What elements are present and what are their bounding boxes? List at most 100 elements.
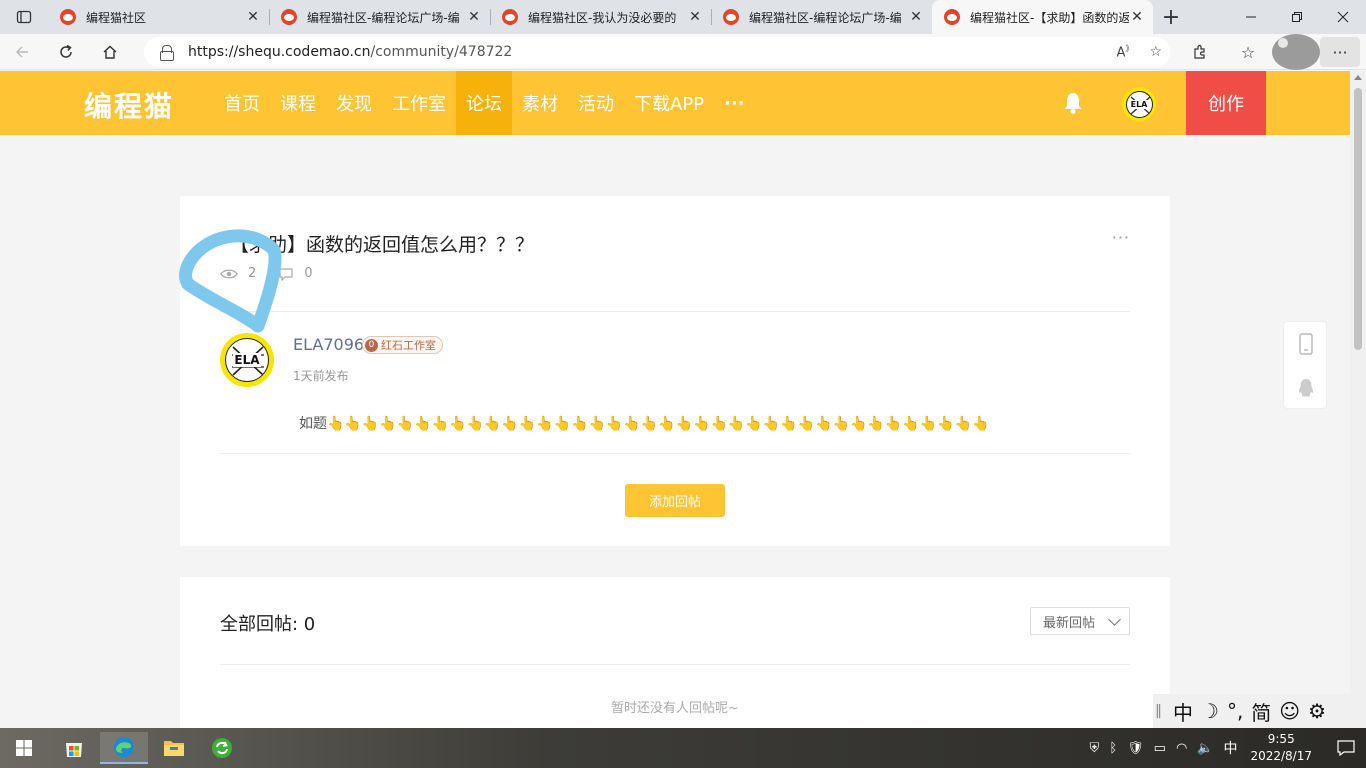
browser-tab[interactable]: 编程猫社区-编程论坛广场-编 ✕: [711, 0, 932, 34]
battery-icon[interactable]: ▭: [1154, 741, 1166, 756]
refresh-icon[interactable]: [44, 34, 88, 70]
new-tab-button[interactable]: +: [1153, 0, 1189, 34]
nav-item-discover[interactable]: 发现: [326, 71, 382, 135]
ime-chinese-mode[interactable]: 中: [1169, 697, 1197, 726]
empty-replies-message: 暂时还没有人回帖呢~: [611, 701, 739, 716]
post-more-icon[interactable]: ···: [1112, 228, 1130, 247]
notification-icon[interactable]: [1326, 728, 1366, 768]
ime-emoji-icon[interactable]: ☺: [1275, 699, 1304, 723]
chevron-down-icon: [1108, 613, 1121, 626]
browser-toolbar: https://shequ.codemao.cn/community/47872…: [0, 34, 1366, 70]
sort-value: 最新回帖: [1043, 615, 1096, 631]
author-avatar[interactable]: ELA: [220, 333, 274, 387]
nav-item-download-app[interactable]: 下载APP: [624, 71, 714, 135]
green-app-icon[interactable]: [198, 732, 246, 764]
nav-item-studio[interactable]: 工作室: [382, 71, 456, 135]
codemao-favicon-icon: [944, 9, 960, 25]
studio-level: 0: [365, 338, 378, 352]
back-icon[interactable]: [0, 34, 44, 70]
clock[interactable]: 9:55 2022/8/17: [1250, 731, 1312, 765]
post-title: 【求助】函数的返回值怎么用？？？: [230, 234, 535, 256]
ime-indicator[interactable]: 中: [1223, 738, 1237, 758]
close-tab-icon[interactable]: ✕: [466, 9, 482, 25]
tab-title: 编程猫社区-【求助】函数的返: [970, 10, 1129, 25]
tab-title: 编程猫社区-我认为没必要的: [528, 10, 677, 25]
profile-icon[interactable]: [1272, 34, 1320, 70]
nav-item-forum[interactable]: 论坛: [456, 71, 512, 135]
bell-icon[interactable]: [1060, 90, 1086, 116]
scrollbar-thumb[interactable]: [1354, 88, 1362, 350]
divider: [220, 664, 1130, 665]
system-tray: ⛨ ᛒ 🛡 ▭ ◠ 🔈 中 9:55 2022/8/17: [1085, 728, 1366, 768]
comment-icon: [279, 267, 293, 281]
add-reply-button[interactable]: 添加回帖: [625, 484, 725, 517]
ime-punctuation-icon[interactable]: °,: [1223, 699, 1247, 723]
page-scrollbar[interactable]: [1350, 71, 1366, 728]
start-windows-icon[interactable]: [0, 732, 48, 764]
favorites-icon[interactable]: ☆: [1224, 34, 1272, 70]
post-time: 1天前发布: [293, 369, 349, 383]
avatar-text: ELA: [233, 353, 261, 367]
user-avatar[interactable]: ELA: [1122, 87, 1156, 121]
taskbar: ⛨ ᛒ 🛡 ▭ ◠ 🔈 中 9:55 2022/8/17: [0, 728, 1366, 768]
nav-item-home[interactable]: 首页: [214, 71, 270, 135]
address-bar[interactable]: https://shequ.codemao.cn/community/47872…: [144, 37, 1170, 67]
lock-icon[interactable]: [160, 45, 174, 61]
site-header: 编程猫 首页 课程 发现 工作室 论坛 素材 活动 下载APP ··· ELA …: [0, 71, 1350, 135]
tab-title: 编程猫社区: [86, 10, 147, 25]
security-shield-icon[interactable]: ⛨: [1090, 741, 1100, 756]
ime-simplified[interactable]: 简: [1247, 697, 1275, 726]
read-aloud-icon[interactable]: A》: [1117, 43, 1134, 60]
ime-toolbar: ‖ 中 ☽ °, 简 ☺ ⚙: [1153, 694, 1366, 728]
tab-actions-icon[interactable]: [0, 0, 48, 34]
settings-more-icon[interactable]: ···: [1320, 37, 1360, 67]
browser-tab-active[interactable]: 编程猫社区-【求助】函数的返 ✕: [932, 0, 1153, 34]
close-tab-icon[interactable]: ✕: [245, 9, 261, 25]
clock-date: 2022/8/17: [1250, 749, 1312, 763]
extensions-icon[interactable]: [1176, 34, 1224, 70]
author-name[interactable]: ELA7096: [293, 335, 364, 354]
defender-icon[interactable]: 🛡: [1127, 741, 1144, 756]
minimize-icon[interactable]: [1228, 0, 1274, 34]
nav-item-courses[interactable]: 课程: [270, 71, 326, 135]
scroll-up-icon[interactable]: [1354, 75, 1362, 80]
nav-item-materials[interactable]: 素材: [512, 71, 568, 135]
nav-item-events[interactable]: 活动: [568, 71, 624, 135]
volume-icon[interactable]: 🔈: [1197, 741, 1213, 756]
studio-name: 红石工作室: [381, 339, 436, 352]
store-icon[interactable]: [50, 732, 98, 764]
comment-count: 0: [304, 266, 313, 281]
divider: [220, 453, 1130, 454]
qq-icon[interactable]: [1296, 377, 1316, 399]
codemao-favicon-icon: [60, 9, 76, 25]
bluetooth-icon[interactable]: ᛒ: [1109, 741, 1117, 756]
wifi-icon[interactable]: ◠: [1176, 741, 1187, 756]
browser-tools: ☆ ···: [1176, 34, 1366, 70]
mobile-app-icon[interactable]: [1296, 333, 1316, 355]
studio-badge[interactable]: 0 红石工作室: [362, 336, 443, 354]
browser-tab[interactable]: 编程猫社区-编程论坛广场-编 ✕: [269, 0, 490, 34]
restore-icon[interactable]: [1274, 0, 1320, 34]
close-tab-icon[interactable]: ✕: [1129, 9, 1145, 25]
avatar-text: ELA: [1129, 99, 1149, 109]
browser-tab[interactable]: 编程猫社区-我认为没必要的 ✕: [490, 0, 711, 34]
edge-browser-icon[interactable]: [100, 732, 148, 764]
close-window-icon[interactable]: [1320, 0, 1366, 34]
close-tab-icon[interactable]: ✕: [687, 9, 703, 25]
browser-tab[interactable]: 编程猫社区 ✕: [48, 0, 269, 34]
ime-settings-icon[interactable]: ⚙: [1304, 699, 1330, 723]
post-body: 如题👆👆👆👆👆👆👆👆👆👆👆👆👆👆👆👆👆👆👆👆👆👆👆👆👆👆👆👆👆👆👆👆👆👆👆👆👆👆: [299, 416, 990, 432]
sort-dropdown[interactable]: 最新回帖: [1030, 607, 1130, 635]
nav-more-icon[interactable]: ···: [714, 71, 755, 135]
ime-halfwidth-moon-icon[interactable]: ☽: [1197, 699, 1223, 723]
file-explorer-icon[interactable]: [150, 732, 198, 764]
create-button[interactable]: 创作: [1186, 71, 1266, 135]
ime-grip-icon[interactable]: ‖: [1153, 703, 1169, 719]
site-logo[interactable]: 编程猫: [84, 85, 174, 125]
add-favorite-icon[interactable]: ☆: [1149, 44, 1162, 60]
eye-icon: [220, 269, 238, 278]
url-host: https://shequ.codemao.cn: [188, 44, 371, 60]
close-tab-icon[interactable]: ✕: [908, 9, 924, 25]
home-icon[interactable]: [88, 34, 132, 70]
browser-tab-bar: 编程猫社区 ✕ 编程猫社区-编程论坛广场-编 ✕ 编程猫社区-我认为没必要的 ✕…: [0, 0, 1366, 34]
